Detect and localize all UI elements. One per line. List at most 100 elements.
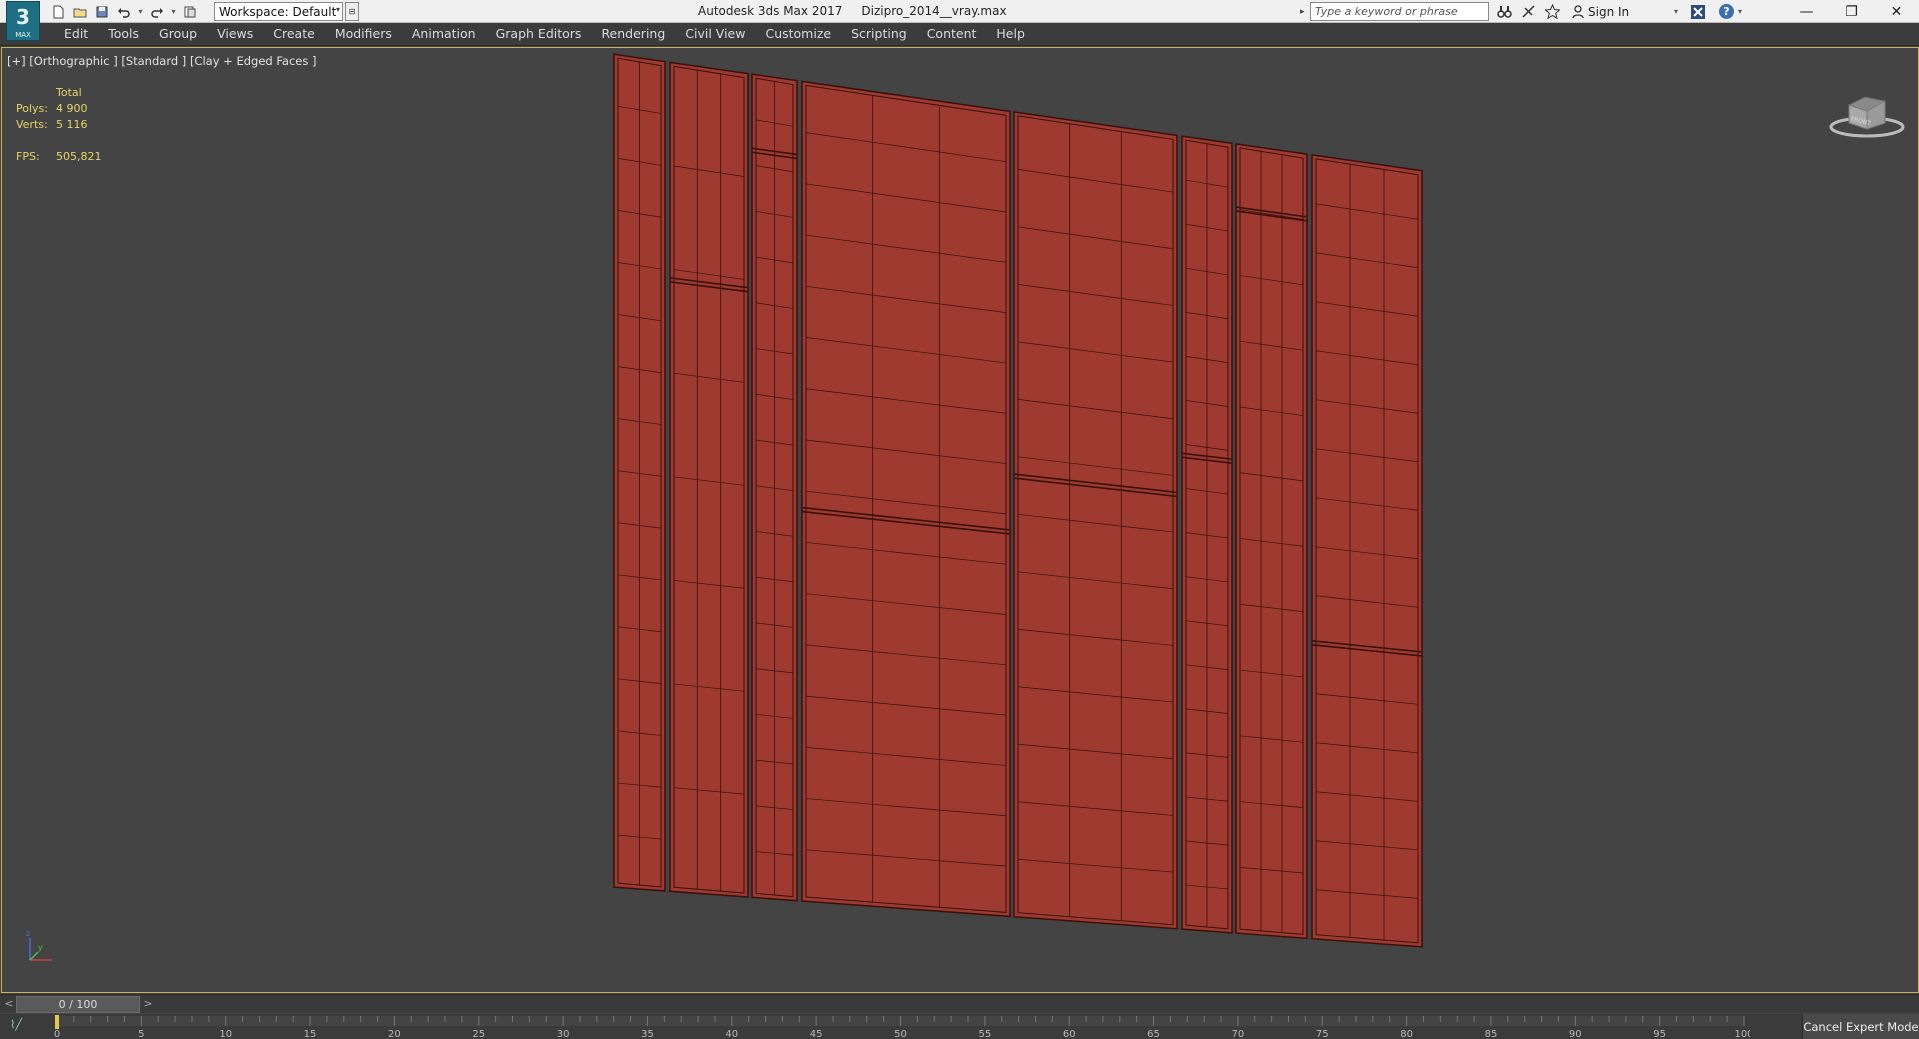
track-bar-ruler[interactable]: 0 5 10 15 20 25 30 35 40 45 50 55 60 65 70 75 80 85 90 95 10… xyxy=(50,1014,1750,1039)
axis-tripod-icon: z y xyxy=(26,929,52,961)
wall-panel[interactable] xyxy=(1311,153,1423,948)
binoculars-icon[interactable] xyxy=(1494,2,1514,21)
polys-value: 4 900 xyxy=(56,102,88,115)
menu-item-customize[interactable]: Customize xyxy=(755,23,841,46)
track-tick-label: 45 xyxy=(810,1029,823,1039)
wall-panel[interactable] xyxy=(751,73,798,902)
search-input[interactable] xyxy=(1311,3,1488,20)
track-tick-label: 60 xyxy=(1063,1029,1076,1039)
time-slider-prev-button[interactable]: < xyxy=(2,996,16,1013)
track-tick-label: 15 xyxy=(304,1029,317,1039)
wall-panel[interactable] xyxy=(1013,111,1178,930)
open-file-icon[interactable] xyxy=(70,2,90,21)
menu-item-views[interactable]: Views xyxy=(207,23,263,46)
menu-item-modifiers[interactable]: Modifiers xyxy=(325,23,402,46)
new-file-icon[interactable] xyxy=(48,2,68,21)
chevron-down-icon: ▾ xyxy=(1674,7,1679,16)
track-tick-label: 75 xyxy=(1316,1029,1329,1039)
track-tick-label: 0 xyxy=(54,1029,60,1039)
workspace-label: Workspace: Default xyxy=(219,4,337,19)
app-logo-subtext: MAX xyxy=(15,31,31,39)
cancel-expert-mode-button[interactable]: Cancel Expert Mode xyxy=(1802,1014,1919,1039)
autodesk-exchange-icon[interactable] xyxy=(1688,2,1708,21)
track-tick-label: 80 xyxy=(1400,1029,1413,1039)
track-tick-label: 85 xyxy=(1485,1029,1498,1039)
infocenter-icons xyxy=(1494,2,1562,21)
track-tick-label: 55 xyxy=(978,1029,991,1039)
save-file-icon[interactable] xyxy=(92,2,112,21)
chevron-down-icon: ▾ xyxy=(1738,7,1743,16)
verts-value: 5 116 xyxy=(56,118,88,131)
redo-icon[interactable] xyxy=(147,2,167,21)
workspace-selector[interactable]: Workspace: Default ▾ xyxy=(214,2,343,21)
track-tick-label: 20 xyxy=(388,1029,401,1039)
track-bar: ⌇╱ 0 5 10 15 20 25 30 35 40 45 50 55 60 65 70 75 80 85 90 9… xyxy=(0,1014,1919,1039)
help-icon: ? xyxy=(1719,4,1734,19)
help-button[interactable]: ? ▾ xyxy=(1719,2,1751,21)
time-slider-next-button[interactable]: > xyxy=(141,996,155,1013)
current-frame-marker[interactable] xyxy=(55,1015,59,1029)
track-tick-label: 40 xyxy=(725,1029,738,1039)
close-icon[interactable]: ✕ xyxy=(1874,0,1919,23)
track-tick-label: 70 xyxy=(1232,1029,1245,1039)
svg-text:y: y xyxy=(38,943,43,952)
favorites-star-icon[interactable] xyxy=(1542,2,1562,21)
app-logo-text: 3 xyxy=(16,5,30,29)
subscription-icon[interactable] xyxy=(1518,2,1538,21)
wall-panel[interactable] xyxy=(801,80,1011,918)
app-logo[interactable]: 3 MAX xyxy=(6,1,40,41)
menu-items: Edit Tools Group Views Create Modifiers Animat… xyxy=(54,23,1035,46)
viewcube-icon[interactable]: FRONT xyxy=(1827,83,1907,143)
undo-icon[interactable] xyxy=(114,2,134,21)
fps-value: 505,821 xyxy=(56,150,102,163)
wall-panel[interactable] xyxy=(1181,135,1233,934)
wall-panel[interactable] xyxy=(669,61,749,898)
viewport-orthographic[interactable]: [+] [Orthographic ] [Standard ] [Clay + … xyxy=(1,47,1919,993)
search-expand-icon[interactable]: ▸ xyxy=(1300,3,1310,20)
menu-item-group[interactable]: Group xyxy=(149,23,207,46)
window-title: Autodesk 3ds Max 2017 Dizipro_2014__vray… xyxy=(698,4,1007,18)
customize-toolbar-icon[interactable]: ⊟ xyxy=(345,2,359,21)
menu-item-animation[interactable]: Animation xyxy=(402,23,486,46)
track-tick-label: 35 xyxy=(641,1029,654,1039)
project-folder-icon[interactable] xyxy=(180,2,200,21)
time-slider-thumb[interactable]: 0 / 100 xyxy=(16,996,140,1013)
curve-editor-icon[interactable]: ⌇╱ xyxy=(10,1018,22,1031)
minimize-icon[interactable]: — xyxy=(1784,0,1829,23)
menu-item-tools[interactable]: Tools xyxy=(98,23,149,46)
viewport-label-menu[interactable]: [+] [Orthographic ] [Standard ] [Clay + … xyxy=(7,54,317,68)
menu-item-rendering[interactable]: Rendering xyxy=(591,23,675,46)
redo-dropdown-icon[interactable]: ▾ xyxy=(169,2,178,21)
quick-access-toolbar: ▾ ▾ xyxy=(48,2,200,21)
sign-in-button[interactable]: Sign In ▾ xyxy=(1572,2,1678,21)
restore-icon[interactable]: ❐ xyxy=(1829,0,1874,23)
track-tick-label: 50 xyxy=(894,1029,907,1039)
track-tick-label: 65 xyxy=(1147,1029,1160,1039)
svg-text:z: z xyxy=(26,929,30,938)
menu-item-create[interactable]: Create xyxy=(263,23,325,46)
fps-label: FPS: xyxy=(16,150,40,163)
menu-item-edit[interactable]: Edit xyxy=(54,23,98,46)
track-tick-label: 30 xyxy=(557,1029,570,1039)
menu-item-civil-view[interactable]: Civil View xyxy=(675,23,755,46)
track-tick-label: 95 xyxy=(1653,1029,1666,1039)
undo-dropdown-icon[interactable]: ▾ xyxy=(136,2,145,21)
menu-bar: Edit Tools Group Views Create Modifiers Animat… xyxy=(0,23,1919,46)
title-bar: 3 MAX ▾ ▾ Workspace: Default ▾ ⊟ Autodes… xyxy=(0,0,1919,41)
window-controls: — ❐ ✕ xyxy=(1784,0,1919,23)
track-tick-label: 90 xyxy=(1569,1029,1582,1039)
menu-item-help[interactable]: Help xyxy=(986,23,1035,46)
scene-model[interactable] xyxy=(2,48,1919,993)
wall-panel[interactable] xyxy=(613,53,666,892)
time-slider[interactable]: < 0 / 100 > xyxy=(0,994,1919,1013)
search-field[interactable] xyxy=(1310,2,1489,21)
viewport-statistics: Total Polys: 4 900 Verts: 5 116 FPS: 505,82… xyxy=(16,85,102,165)
track-tick-label: 5 xyxy=(138,1029,144,1039)
wall-panel[interactable] xyxy=(1235,143,1308,940)
user-icon xyxy=(1572,5,1584,18)
sign-in-label: Sign In xyxy=(1588,4,1630,19)
menu-item-content[interactable]: Content xyxy=(917,23,987,46)
track-tick-label: 25 xyxy=(472,1029,485,1039)
menu-item-graph-editors[interactable]: Graph Editors xyxy=(486,23,592,46)
menu-item-scripting[interactable]: Scripting xyxy=(841,23,917,46)
